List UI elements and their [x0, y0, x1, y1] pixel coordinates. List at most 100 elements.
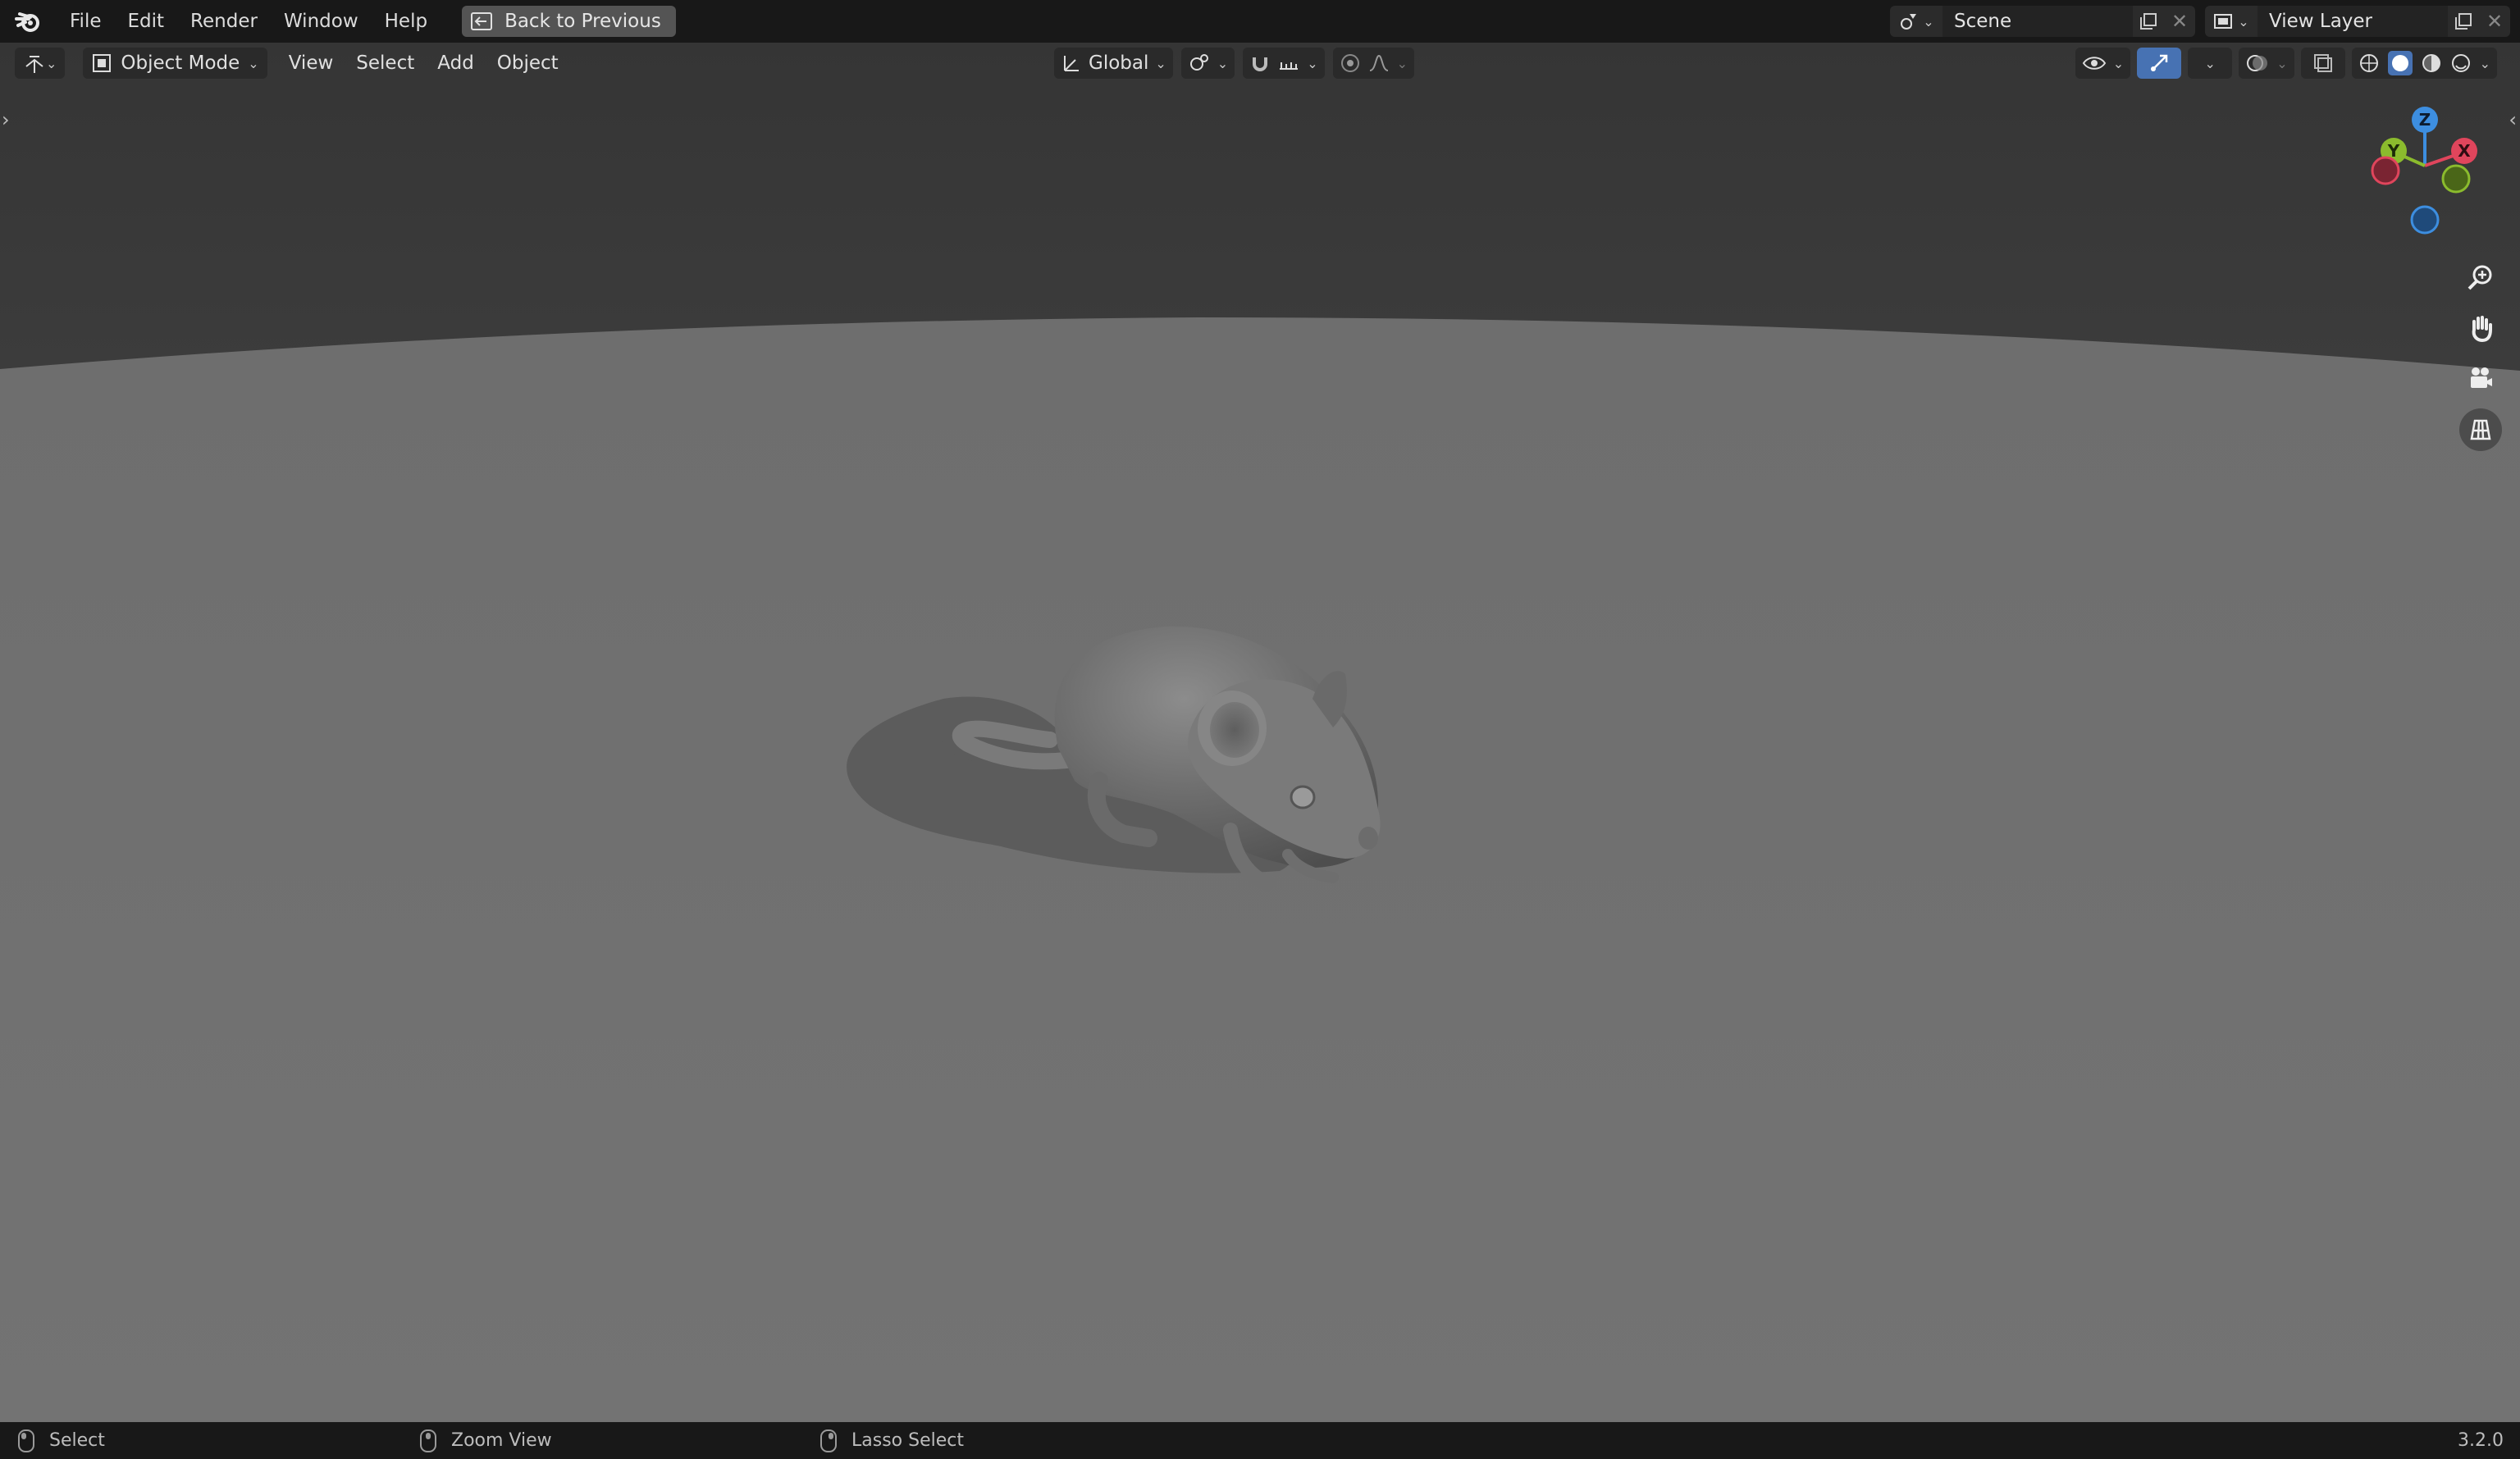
snap-increment-icon[interactable]	[1277, 52, 1300, 74]
status-lasso: Lasso Select	[820, 1429, 964, 1452]
scene-name-field[interactable]: Scene	[1942, 6, 2133, 37]
gizmo-toggle[interactable]	[2137, 48, 2182, 79]
status-select: Select	[18, 1429, 105, 1452]
mouse-eye	[1290, 785, 1316, 809]
overlays-icon	[2247, 55, 2268, 71]
delete-view-layer-button[interactable]: ✕	[2479, 6, 2510, 37]
gizmo-icon	[2151, 54, 2168, 71]
viewport-shading-tools: ⌄ ⌄ ⌄ ⌄	[2075, 48, 2497, 79]
chevron-down-icon: ⌄	[2479, 55, 2490, 71]
grid-icon	[2470, 419, 2491, 440]
proportional-editing-group: ⌄	[1332, 48, 1414, 79]
eye-icon	[2082, 57, 2106, 70]
sidebar-expand-arrow[interactable]: ‹	[2509, 108, 2517, 131]
3d-view-icon	[25, 56, 43, 73]
orientation-icon	[1064, 56, 1079, 71]
chevron-down-icon: ⌄	[1307, 55, 1318, 71]
mouse-ear-inner	[1210, 702, 1259, 758]
camera-view-button[interactable]	[2459, 358, 2502, 400]
scene-selector: ⌄ Scene ✕	[1890, 6, 2195, 37]
gizmo-neg-x-axis[interactable]	[2371, 156, 2400, 185]
status-bar: Select Zoom View Lasso Select 3.2.0	[0, 1422, 2520, 1459]
3d-viewport[interactable]: ⌄ Object Mode ⌄ View Select Add Object G…	[0, 43, 2520, 1422]
chevron-down-icon: ⌄	[2276, 55, 2288, 71]
mouse-middle-icon	[420, 1429, 436, 1452]
pan-view-button[interactable]	[2459, 307, 2502, 349]
back-to-previous-button[interactable]: Back to Previous	[462, 6, 676, 37]
version-label: 3.2.0	[2458, 1430, 2504, 1451]
chevron-down-icon: ⌄	[46, 55, 57, 71]
close-icon: ✕	[2486, 10, 2504, 33]
chevron-down-icon: ⌄	[1396, 55, 1408, 71]
orientation-label: Global	[1089, 52, 1149, 74]
status-zoom: Zoom View	[420, 1429, 552, 1452]
menu-render[interactable]: Render	[177, 0, 271, 43]
new-scene-button[interactable]	[2133, 6, 2164, 37]
xray-toggle[interactable]	[2300, 48, 2345, 79]
gizmo-neg-z-axis[interactable]	[2410, 205, 2440, 235]
blender-logo-icon[interactable]	[14, 7, 42, 35]
solid-shading-icon[interactable]	[2387, 51, 2413, 75]
hand-icon	[2472, 316, 2492, 343]
chevron-down-icon: ⌄	[2112, 55, 2125, 71]
menu-object[interactable]: Object	[486, 52, 570, 74]
back-to-previous-label: Back to Previous	[504, 11, 661, 32]
chevron-down-icon: ⌄	[2238, 13, 2249, 30]
toolbar-expand-arrow[interactable]: ›	[2, 108, 10, 131]
object-mode-dropdown[interactable]: Object Mode ⌄	[83, 48, 267, 79]
mouse-right-icon	[820, 1429, 837, 1452]
zoom-view-button[interactable]	[2459, 256, 2502, 299]
gizmo-neg-y-axis[interactable]	[2441, 164, 2471, 194]
status-lasso-label: Lasso Select	[851, 1430, 964, 1451]
proportional-edit-icon[interactable]	[1340, 52, 1361, 74]
object-mode-label: Object Mode	[121, 52, 240, 74]
menu-window[interactable]: Window	[271, 0, 372, 43]
xray-icon	[2313, 54, 2332, 72]
top-right-selectors: ⌄ Scene ✕ ⌄ View Layer ✕	[1890, 0, 2520, 43]
scene-icon	[1901, 14, 1917, 30]
pivot-point-dropdown[interactable]: ⌄	[1180, 48, 1235, 79]
view-layer-selector: ⌄ View Layer ✕	[2205, 6, 2510, 37]
gizmo-x-label: X	[2458, 141, 2471, 161]
viewport-header: ⌄ Object Mode ⌄ View Select Add Object G…	[0, 43, 2520, 84]
menu-add[interactable]: Add	[426, 52, 486, 74]
chevron-down-icon: ⌄	[1217, 55, 1229, 71]
new-view-layer-button[interactable]	[2448, 6, 2479, 37]
chevron-down-icon: ⌄	[248, 55, 259, 71]
duplicate-icon	[2455, 13, 2472, 30]
snapping-group: ⌄	[1243, 48, 1325, 79]
material-shading-icon[interactable]	[2421, 52, 2442, 74]
menu-view[interactable]: View	[277, 52, 345, 74]
mouse-left-icon	[18, 1429, 34, 1452]
delete-scene-button[interactable]: ✕	[2164, 6, 2195, 37]
close-icon: ✕	[2171, 10, 2189, 33]
menu-help[interactable]: Help	[372, 0, 441, 43]
chevron-down-icon: ⌄	[1155, 55, 1166, 71]
falloff-curve-icon[interactable]	[1367, 52, 1390, 74]
navigation-gizmo[interactable]: Z X Y	[2367, 102, 2490, 241]
gizmo-dropdown[interactable]: ⌄	[2188, 48, 2233, 79]
menu-edit[interactable]: Edit	[115, 0, 178, 43]
status-zoom-label: Zoom View	[451, 1430, 552, 1451]
menu-select[interactable]: Select	[345, 52, 426, 74]
shading-modes: ⌄	[2351, 48, 2497, 79]
view-layer-browse-button[interactable]: ⌄	[2205, 6, 2258, 37]
zoom-icon	[2468, 265, 2492, 290]
transform-tools: Global ⌄ ⌄ ⌄ ⌄	[1054, 48, 1414, 79]
view-layer-name-field[interactable]: View Layer	[2258, 6, 2448, 37]
perspective-toggle-button[interactable]	[2459, 408, 2502, 451]
visibility-dropdown[interactable]: ⌄	[2075, 48, 2131, 79]
overlays-toggle[interactable]: ⌄	[2239, 48, 2294, 79]
chevron-down-icon: ⌄	[2204, 55, 2216, 71]
view-layer-icon	[2214, 14, 2233, 29]
mouse-nose	[1358, 827, 1378, 850]
menu-file[interactable]: File	[57, 0, 115, 43]
snap-magnet-icon[interactable]	[1249, 52, 1271, 74]
scene-browse-button[interactable]: ⌄	[1890, 6, 1942, 37]
transform-orientation-dropdown[interactable]: Global ⌄	[1054, 48, 1173, 79]
gizmo-z-label: Z	[2419, 110, 2431, 130]
rendered-shading-icon[interactable]	[2450, 52, 2472, 74]
back-icon	[471, 12, 493, 30]
wireframe-shading-icon[interactable]	[2358, 52, 2380, 74]
editor-type-button[interactable]: ⌄	[15, 48, 66, 79]
